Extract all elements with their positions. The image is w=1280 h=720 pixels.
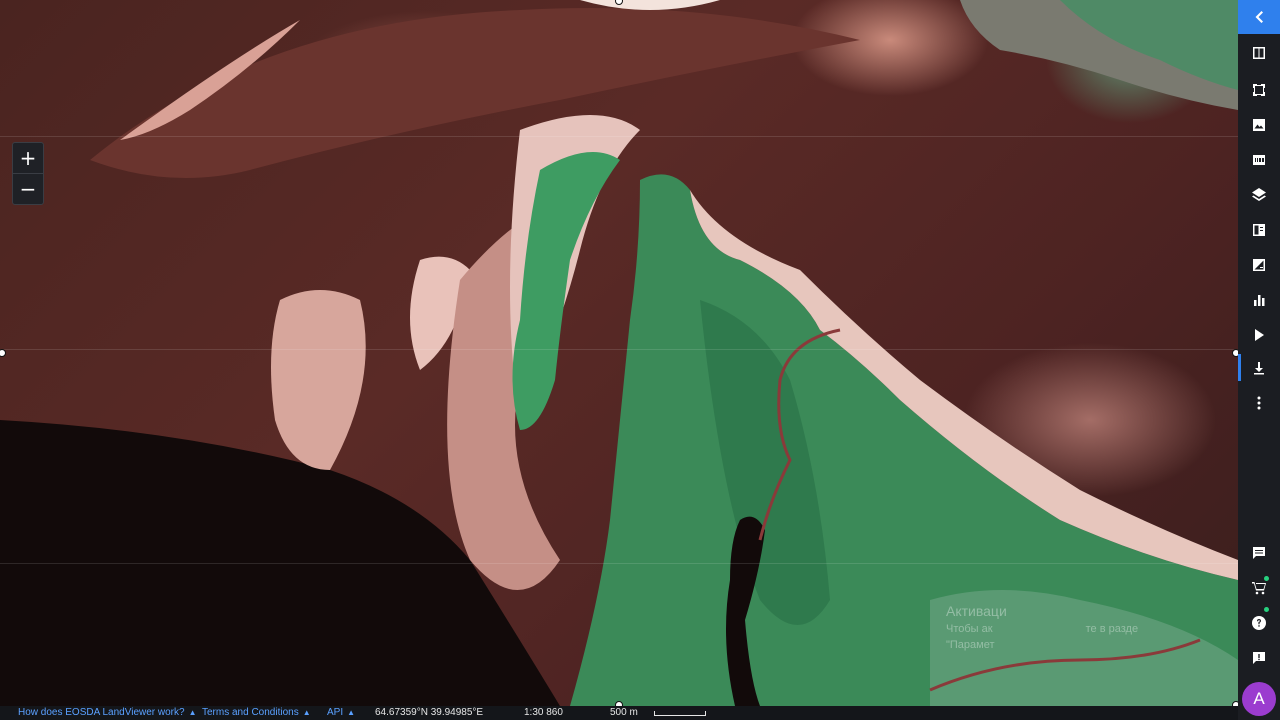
split-view-icon	[1253, 223, 1265, 236]
scale-bar	[654, 711, 706, 716]
chevron-up-icon: ▲	[188, 708, 197, 717]
windows-activation-watermark: Активаци Чтобы ак те в разде "Парамет	[946, 601, 1138, 653]
status-bar: How does EOSDA LandViewer work? ▲ Terms a…	[0, 706, 1238, 720]
cart-button[interactable]	[1238, 570, 1280, 605]
play-icon	[1255, 328, 1264, 341]
layers-icon	[1252, 187, 1266, 201]
more-vertical-icon	[1257, 396, 1261, 409]
collapse-panel-button[interactable]	[1238, 0, 1280, 34]
download-icon	[1254, 361, 1264, 374]
watermark-title: Активаци	[946, 603, 1007, 619]
difference-icon	[1253, 258, 1265, 271]
satellite-map[interactable]: + − Активаци Чтобы ак те в разде "Параме…	[0, 0, 1238, 706]
scene-image-button[interactable]	[1238, 107, 1280, 142]
analytics-button[interactable]	[1238, 282, 1280, 317]
area-selection-button[interactable]	[1238, 72, 1280, 107]
change-detection-button[interactable]	[1238, 247, 1280, 282]
chevron-up-icon: ▲	[347, 708, 356, 717]
comment-icon	[1253, 546, 1265, 559]
compare-icon	[1253, 46, 1265, 59]
scale-bar-label: 500 m	[610, 707, 638, 718]
help-status-dot	[1264, 607, 1269, 612]
cursor-coordinates: 64.67359°N 39.94985°E	[375, 707, 484, 718]
image-icon	[1253, 118, 1265, 131]
cart-status-dot	[1264, 576, 1269, 581]
zoom-control: + −	[12, 142, 44, 205]
split-view-button[interactable]	[1238, 212, 1280, 247]
graticule-line	[0, 136, 1238, 137]
layers-button[interactable]	[1238, 177, 1280, 212]
right-toolbar: A	[1238, 0, 1280, 720]
chat-button[interactable]	[1238, 535, 1280, 570]
watermark-line: Чтобы ак те в разде	[946, 623, 1139, 635]
cart-icon	[1252, 581, 1266, 594]
bar-chart-icon	[1254, 294, 1265, 306]
download-button[interactable]	[1238, 350, 1280, 385]
how-it-works-link[interactable]: How does EOSDA LandViewer work? ▲	[18, 706, 197, 720]
terms-link[interactable]: Terms and Conditions ▲	[202, 706, 311, 720]
timelapse-button[interactable]	[1238, 317, 1280, 352]
watermark-line: "Парамет	[946, 639, 995, 651]
crop-area-icon	[1253, 83, 1265, 96]
user-avatar[interactable]: A	[1242, 682, 1276, 716]
feedback-icon	[1253, 651, 1265, 664]
graticule-line	[0, 563, 1238, 564]
feedback-button[interactable]	[1238, 640, 1280, 675]
map-scale-ratio: 1:30 860	[524, 707, 563, 718]
compare-button[interactable]	[1238, 35, 1280, 70]
zoom-out-button[interactable]: −	[13, 173, 43, 204]
more-options-button[interactable]	[1238, 385, 1280, 420]
hdr-icon	[1253, 154, 1265, 165]
band-combination-button[interactable]	[1238, 142, 1280, 177]
chevron-left-icon	[1255, 11, 1263, 23]
zoom-in-button[interactable]: +	[13, 143, 43, 173]
chevron-up-icon: ▲	[302, 708, 311, 717]
graticule-line	[0, 349, 1238, 350]
help-button[interactable]	[1238, 605, 1280, 640]
help-icon	[1252, 615, 1266, 630]
api-link[interactable]: API ▲	[327, 706, 355, 720]
